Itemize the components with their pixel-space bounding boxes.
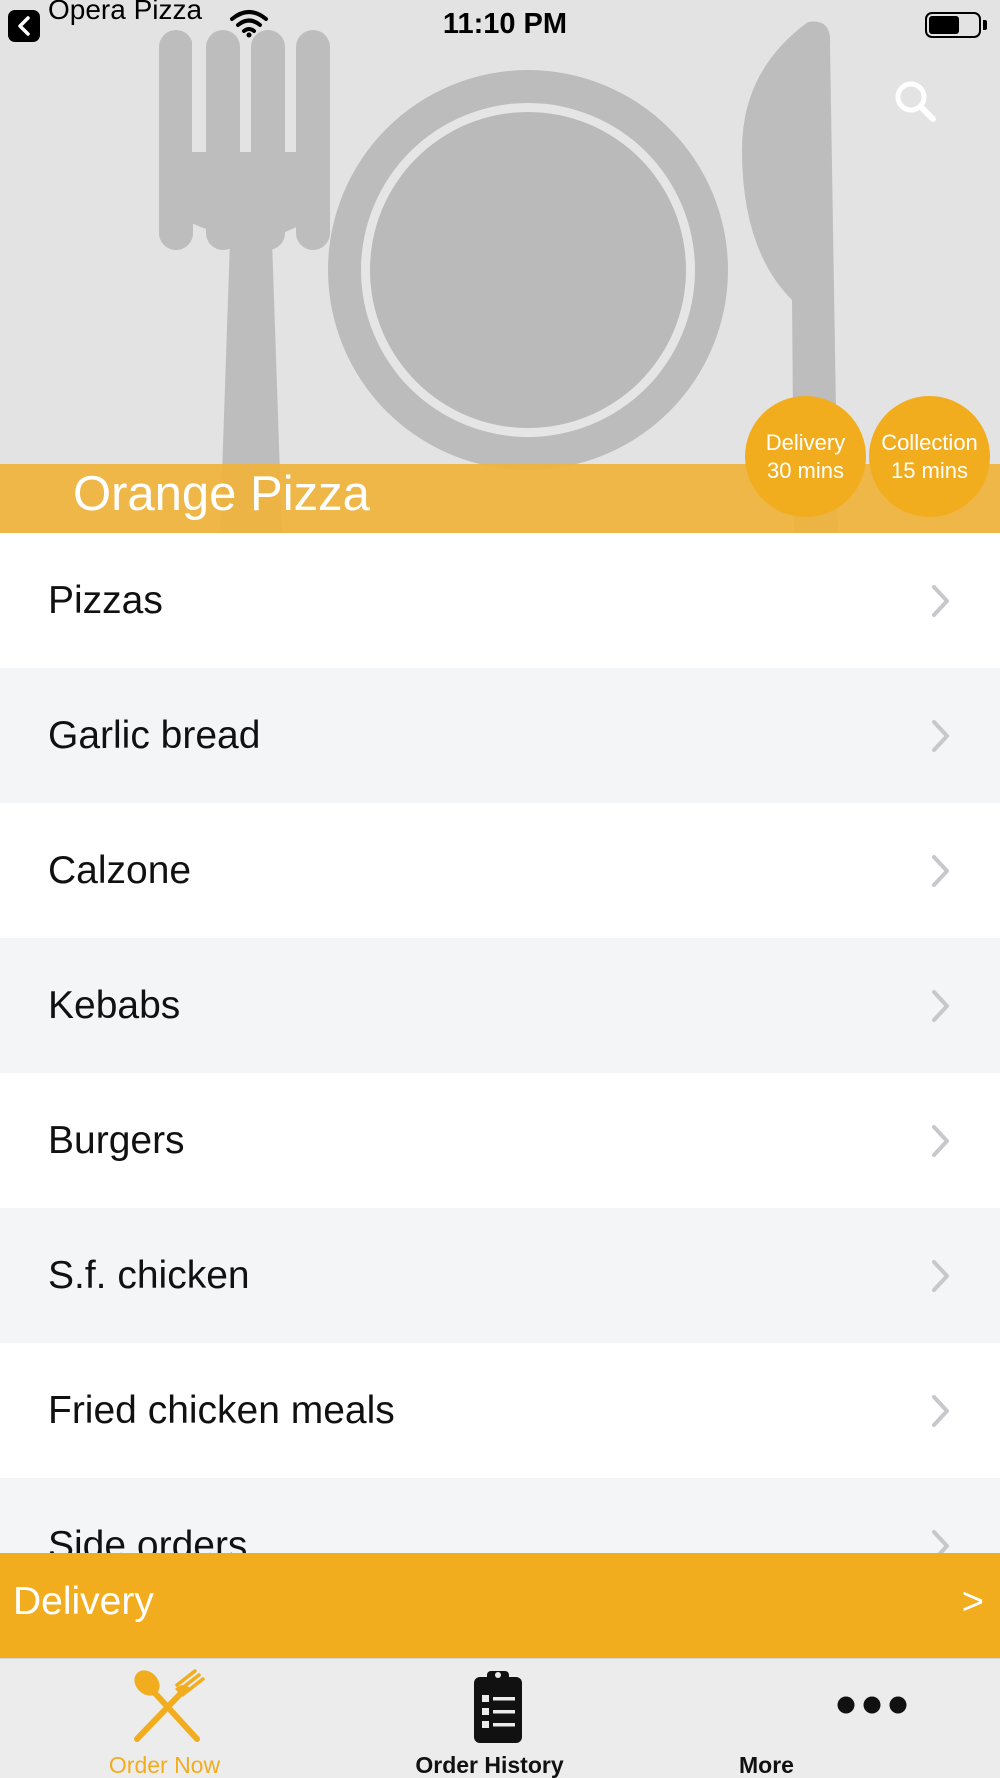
menu-category-row[interactable]: Fried chicken meals (0, 1343, 1000, 1478)
menu-category-label: Burgers (48, 1118, 185, 1162)
menu-category-label: Calzone (48, 848, 192, 892)
tab-order-now[interactable]: Order Now (0, 1659, 333, 1778)
chevron-right-icon (932, 854, 949, 887)
menu-category-row[interactable]: Garlic bread (0, 668, 1000, 803)
delivery-mode-button[interactable]: Delivery > (0, 1553, 1000, 1658)
more-dots-icon (837, 1696, 907, 1714)
menu-category-label: Side orders (48, 1523, 248, 1554)
menu-category-row[interactable]: Burgers (0, 1073, 1000, 1208)
chevron-right-icon (932, 1394, 949, 1427)
delivery-badge-time: 30 mins (766, 457, 845, 483)
collection-badge-label: Collection (881, 429, 978, 455)
chevron-right-icon (932, 584, 949, 617)
delivery-mode-label: Delivery (13, 1580, 154, 1623)
menu-category-label: Kebabs (48, 983, 181, 1027)
menu-category-row[interactable]: S.f. chicken (0, 1208, 1000, 1343)
restaurant-header: Opera Pizza 11:10 PM Orange Pizza Delive… (0, 0, 1000, 533)
fork-spoon-icon (133, 1669, 205, 1742)
chevron-right-icon (932, 1124, 949, 1157)
collection-badge-time: 15 mins (890, 457, 969, 483)
menu-category-label: S.f. chicken (48, 1253, 250, 1297)
delivery-time-badge: Delivery 30 mins (745, 396, 866, 517)
menu-category-label: Garlic bread (48, 713, 261, 757)
tab-more-label: More (739, 1752, 794, 1778)
collection-time-badge: Collection 15 mins (869, 396, 990, 517)
battery-icon (925, 12, 981, 38)
menu-category-list[interactable]: Pizzas Garlic bread Calzone Kebabs Burgers S.… (0, 533, 1000, 1553)
tab-order-now-label: Order Now (108, 1752, 221, 1778)
menu-category-row[interactable]: Pizzas (0, 533, 1000, 668)
tab-more[interactable]: More (666, 1659, 999, 1778)
menu-category-row[interactable]: Calzone (0, 803, 1000, 938)
chevron-right-icon (932, 1529, 949, 1553)
delivery-badge-label: Delivery (765, 429, 846, 455)
clipboard-list-icon (473, 1671, 522, 1743)
menu-category-row[interactable]: Side orders (0, 1478, 1000, 1553)
chevron-right-icon (932, 1259, 949, 1292)
menu-category-label: Pizzas (48, 578, 163, 622)
search-icon (895, 81, 936, 122)
battery-level (929, 16, 959, 34)
restaurant-name: Orange Pizza (73, 467, 370, 521)
battery-tip (983, 20, 987, 30)
status-bar: Opera Pizza 11:10 PM (0, 0, 1000, 50)
delivery-arrow-icon: > (961, 1581, 984, 1623)
chevron-right-icon (932, 719, 949, 752)
menu-category-label: Fried chicken meals (48, 1388, 395, 1432)
search-button[interactable] (886, 72, 946, 132)
menu-category-row[interactable]: Kebabs (0, 938, 1000, 1073)
status-time: 11:10 PM (442, 8, 568, 40)
chevron-right-icon (932, 989, 949, 1022)
tab-bar: Order Now Order History More (0, 1658, 1000, 1778)
